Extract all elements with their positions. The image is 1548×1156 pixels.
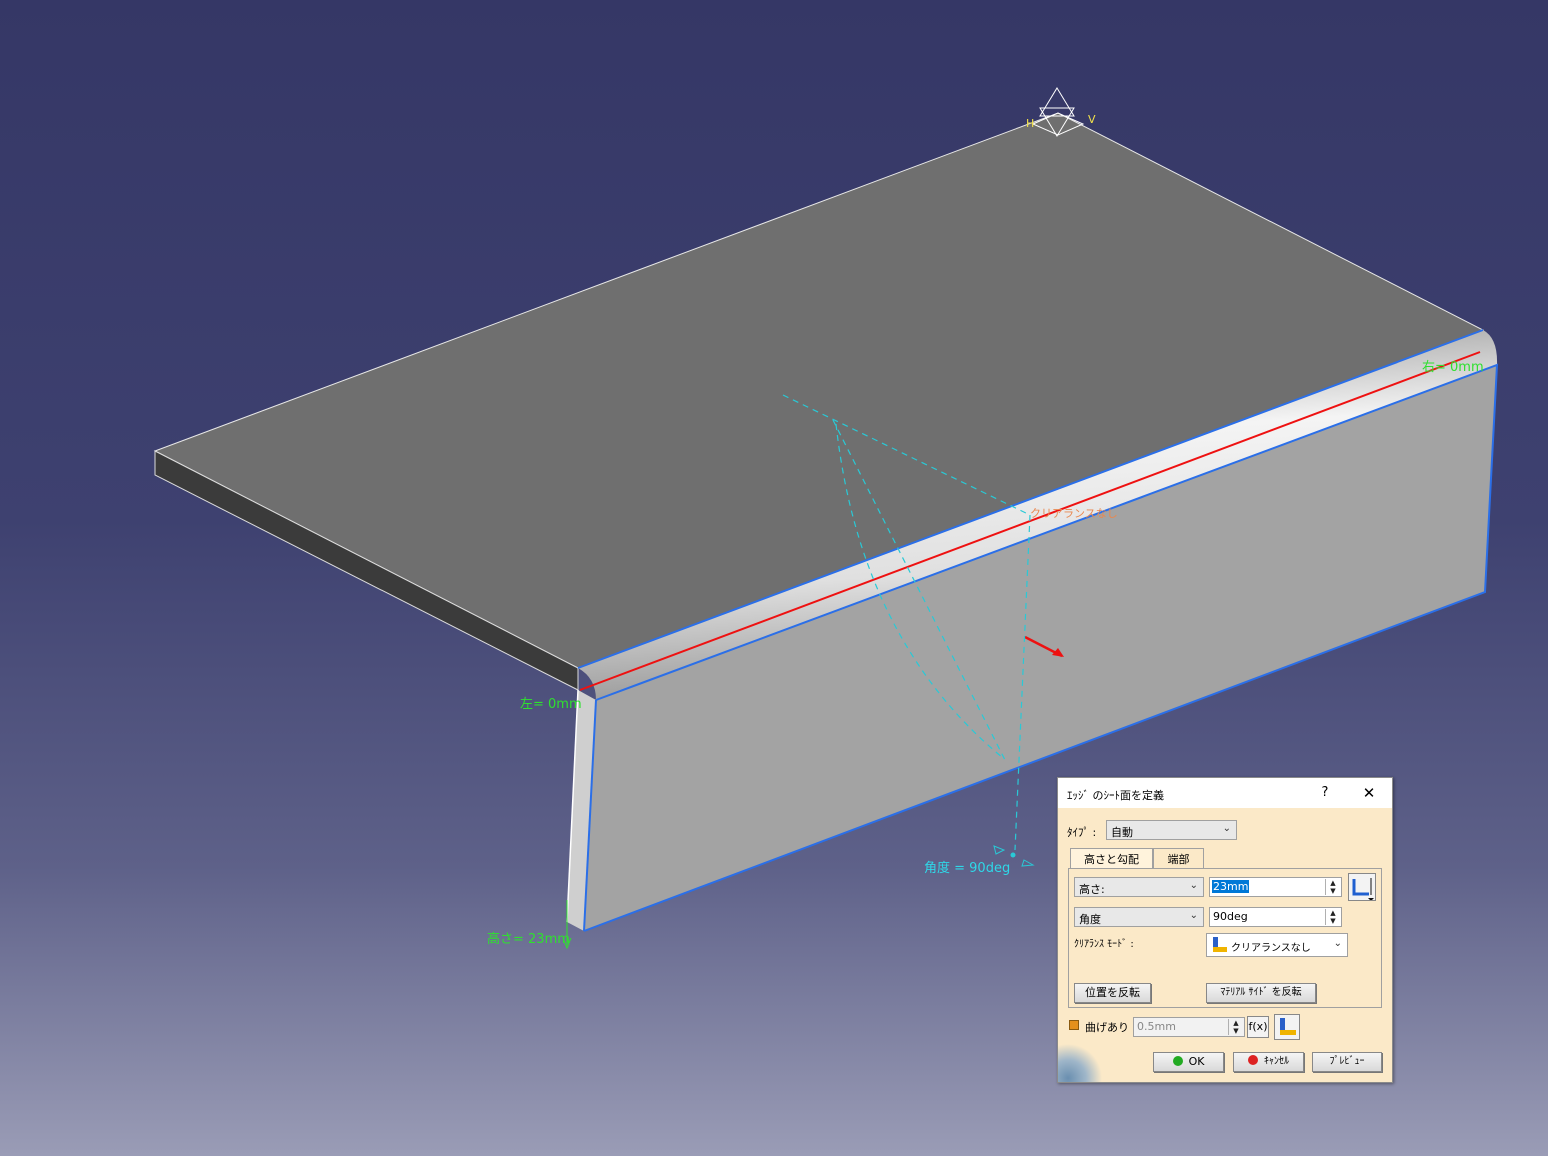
dialog-title: ｴｯｼﾞ のｼｰﾄ面を定義 [1067, 789, 1164, 802]
bend-label: 曲げあり [1085, 1021, 1129, 1034]
angle-mode-select[interactable]: 角度 ⌄ [1074, 907, 1204, 927]
height-input-value: 23mm [1212, 880, 1250, 893]
chevron-down-icon: ⌄ [1189, 910, 1198, 921]
angle-input-value: 90deg [1213, 910, 1248, 923]
clearance-label: クリアランスなし [1030, 507, 1118, 520]
axis-v-label: V [1088, 113, 1096, 126]
formula-icon: f(x) [1248, 1020, 1268, 1033]
chevron-down-icon: ⌄ [1333, 938, 1342, 949]
tab-panel: 高さ: ⌄ 23mm ▲ ▼ 角度 ⌄ 90deg ▲ ▼ ｸﾘｱﾗﾝｽ ﾓｰﾄ… [1068, 868, 1382, 1008]
define-flange-dialog[interactable]: ｴｯｼﾞ のｼｰﾄ面を定義 ? ✕ ﾀｲﾌﾟ : 自動 ⌄ 高さと勾配 端部 高… [1057, 777, 1393, 1083]
height-type-button[interactable] [1348, 873, 1376, 901]
spinner-icon[interactable]: ▲ ▼ [1228, 1019, 1243, 1035]
bend-radius-value: 0.5mm [1137, 1020, 1176, 1033]
clearance-mode-value: クリアランスなし [1231, 943, 1311, 954]
chevron-down-icon: ⌄ [1189, 880, 1198, 891]
spinner-icon[interactable]: ▲ ▼ [1325, 879, 1340, 895]
bend-checkbox[interactable] [1069, 1020, 1079, 1030]
angle-label[interactable]: 角度 = 90deg [924, 857, 1010, 876]
height-input[interactable]: 23mm ▲ ▼ [1209, 877, 1342, 897]
ok-icon [1172, 1056, 1183, 1066]
close-button[interactable]: ✕ [1357, 781, 1381, 805]
ok-label: OK [1188, 1055, 1205, 1068]
ok-button[interactable]: OK [1153, 1052, 1224, 1072]
clearance-icon [1213, 937, 1227, 952]
height-mode-value: 高さ: [1079, 883, 1105, 896]
clearance-mode-label: ｸﾘｱﾗﾝｽ ﾓｰﾄﾞ : [1074, 939, 1134, 950]
angle-mode-value: 角度 [1079, 913, 1101, 926]
dialog-body: ﾀｲﾌﾟ : 自動 ⌄ 高さと勾配 端部 高さ: ⌄ 23mm ▲ ▼ 角度 ⌄… [1058, 808, 1392, 1082]
invert-material-side-button[interactable]: ﾏﾃﾘｱﾙ ｻｲﾄﾞ を反転 [1206, 983, 1316, 1003]
height-type-icon [1352, 878, 1374, 901]
height-label[interactable]: 高さ= 23mm [487, 928, 570, 947]
type-select[interactable]: 自動 ⌄ [1106, 820, 1237, 840]
angle-handle-icon [993, 845, 1006, 855]
bend-parameters-icon [1280, 1018, 1296, 1035]
clearance-mode-select[interactable]: クリアランスなし ⌄ [1206, 933, 1348, 957]
type-label: ﾀｲﾌﾟ : [1067, 826, 1097, 839]
cancel-icon [1248, 1055, 1258, 1065]
formula-button[interactable]: f(x) [1247, 1016, 1269, 1038]
type-select-value: 自動 [1111, 826, 1133, 839]
right-limit-label[interactable]: 右= 0mm [1422, 356, 1484, 375]
invert-position-button[interactable]: 位置を反転 [1074, 983, 1151, 1003]
preview-button[interactable]: ﾌﾟﾚﾋﾞｭｰ [1312, 1052, 1382, 1072]
left-limit-label[interactable]: 左= 0mm [520, 693, 582, 712]
angle-input[interactable]: 90deg ▲ ▼ [1209, 907, 1342, 927]
help-button[interactable]: ? [1314, 781, 1336, 805]
axis-h-label: H [1026, 117, 1035, 130]
cancel-button[interactable]: ｷｬﾝｾﾙ [1233, 1052, 1304, 1072]
cancel-label: ｷｬﾝｾﾙ [1264, 1056, 1289, 1067]
bend-parameters-button[interactable] [1274, 1014, 1300, 1040]
height-mode-select[interactable]: 高さ: ⌄ [1074, 877, 1204, 897]
spinner-icon[interactable]: ▲ ▼ [1325, 909, 1340, 925]
tab-end[interactable]: 端部 [1153, 848, 1204, 870]
bend-radius-input[interactable]: 0.5mm ▲ ▼ [1133, 1017, 1245, 1037]
dialog-titlebar[interactable]: ｴｯｼﾞ のｼｰﾄ面を定義 ? ✕ [1058, 778, 1392, 808]
chevron-down-icon: ⌄ [1222, 823, 1231, 834]
